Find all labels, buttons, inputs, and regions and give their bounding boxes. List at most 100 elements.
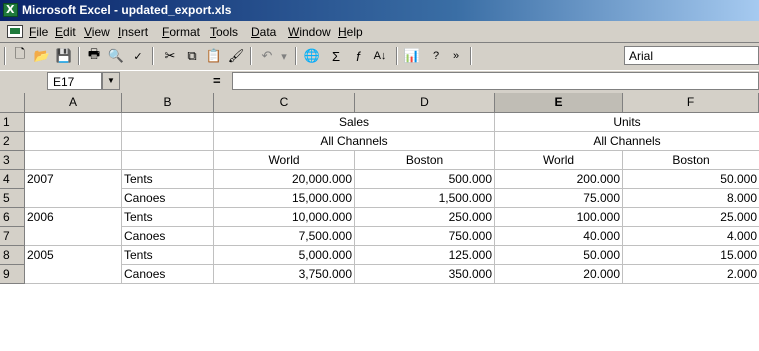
cell-b7[interactable]: Canoes xyxy=(122,227,214,246)
cell-c6[interactable]: 10,000.000 xyxy=(214,208,355,227)
name-box[interactable]: E17 xyxy=(47,72,102,90)
cell-d8[interactable]: 125.000 xyxy=(355,246,495,265)
toolbar-options-icon[interactable]: » xyxy=(446,47,466,65)
sort-ascending-icon[interactable]: A↓ xyxy=(370,47,390,65)
formula-input[interactable] xyxy=(232,72,759,90)
formula-equals[interactable]: = xyxy=(213,73,221,88)
help-icon[interactable]: ? xyxy=(426,47,446,65)
cell-a7[interactable] xyxy=(25,227,122,246)
cell-d9[interactable]: 350.000 xyxy=(355,265,495,284)
cell-e8[interactable]: 50.000 xyxy=(495,246,623,265)
copy-icon[interactable]: ⧉ xyxy=(182,47,202,65)
menu-edit[interactable]: Edit xyxy=(55,25,76,39)
cell-b4[interactable]: Tents xyxy=(122,170,214,189)
cell-f3[interactable]: Boston xyxy=(623,151,759,170)
cell-e2-merged[interactable]: All Channels xyxy=(495,132,759,151)
cell-f9[interactable]: 2.000 xyxy=(623,265,759,284)
toolbar-grip[interactable] xyxy=(4,47,6,65)
cell-d7[interactable]: 750.000 xyxy=(355,227,495,246)
cell-f4[interactable]: 50.000 xyxy=(623,170,759,189)
menu-format[interactable]: Format xyxy=(162,25,200,39)
autosum-icon[interactable]: Σ xyxy=(326,47,346,65)
workbook-control-icon[interactable] xyxy=(7,25,23,38)
hyperlink-icon[interactable]: 🌐 xyxy=(302,47,322,65)
cell-f6[interactable]: 25.000 xyxy=(623,208,759,227)
cell-d3[interactable]: Boston xyxy=(355,151,495,170)
row-header-4[interactable]: 4 xyxy=(0,170,25,189)
cell-c1-merged[interactable]: Sales xyxy=(214,113,495,132)
cell-e9[interactable]: 20.000 xyxy=(495,265,623,284)
cell-c8[interactable]: 5,000.000 xyxy=(214,246,355,265)
row-header-2[interactable]: 2 xyxy=(0,132,25,151)
cell-a1[interactable] xyxy=(25,113,122,132)
cell-c9[interactable]: 3,750.000 xyxy=(214,265,355,284)
row-header-1[interactable]: 1 xyxy=(0,113,25,132)
column-header-c[interactable]: C xyxy=(214,93,355,113)
cell-e5[interactable]: 75.000 xyxy=(495,189,623,208)
column-header-f[interactable]: F xyxy=(623,93,759,113)
cell-b1[interactable] xyxy=(122,113,214,132)
cell-a2[interactable] xyxy=(25,132,122,151)
row-header-9[interactable]: 9 xyxy=(0,265,25,284)
cell-d4[interactable]: 500.000 xyxy=(355,170,495,189)
cell-f7[interactable]: 4.000 xyxy=(623,227,759,246)
menu-data[interactable]: Data xyxy=(251,25,276,39)
excel-app-icon[interactable] xyxy=(3,3,18,17)
cell-b8[interactable]: Tents xyxy=(122,246,214,265)
row-header-3[interactable]: 3 xyxy=(0,151,25,170)
menu-view[interactable]: View xyxy=(84,25,110,39)
row-header-6[interactable]: 6 xyxy=(0,208,25,227)
new-icon[interactable]: 🗋 xyxy=(10,46,30,65)
cell-a3[interactable] xyxy=(25,151,122,170)
cell-c2-merged[interactable]: All Channels xyxy=(214,132,495,151)
format-painter-icon[interactable]: 🖌 xyxy=(226,47,246,65)
cell-b5[interactable]: Canoes xyxy=(122,189,214,208)
column-header-e[interactable]: E xyxy=(495,93,623,113)
function-icon[interactable]: f xyxy=(348,47,368,65)
cell-c4[interactable]: 20,000.000 xyxy=(214,170,355,189)
select-all-corner[interactable] xyxy=(0,93,25,113)
menu-tools[interactable]: Tools xyxy=(210,25,238,39)
column-header-a[interactable]: A xyxy=(25,93,122,113)
column-header-d[interactable]: D xyxy=(355,93,495,113)
menu-file[interactable]: File xyxy=(29,25,48,39)
cell-c7[interactable]: 7,500.000 xyxy=(214,227,355,246)
cell-a9[interactable] xyxy=(25,265,122,284)
print-icon[interactable]: 🖶 xyxy=(84,46,104,65)
cell-a4[interactable]: 2007 xyxy=(25,170,122,189)
cell-e3[interactable]: World xyxy=(495,151,623,170)
cell-d6[interactable]: 250.000 xyxy=(355,208,495,227)
cell-b2[interactable] xyxy=(122,132,214,151)
cell-a6[interactable]: 2006 xyxy=(25,208,122,227)
cell-b6[interactable]: Tents xyxy=(122,208,214,227)
row-header-7[interactable]: 7 xyxy=(0,227,25,246)
menu-window[interactable]: Window xyxy=(288,25,331,39)
undo-dropdown-icon[interactable]: ▾ xyxy=(274,47,294,65)
chart-wizard-icon[interactable]: 📊 xyxy=(402,47,422,65)
cell-e4[interactable]: 200.000 xyxy=(495,170,623,189)
cut-icon[interactable]: ✂ xyxy=(160,47,180,65)
cell-b9[interactable]: Canoes xyxy=(122,265,214,284)
cell-d5[interactable]: 1,500.000 xyxy=(355,189,495,208)
save-icon[interactable]: 💾 xyxy=(54,47,74,65)
name-box-dropdown-icon[interactable]: ▼ xyxy=(102,72,120,90)
worksheet-grid[interactable]: A B C D E F 1 2 3 4 5 6 7 8 9 Sales Unit… xyxy=(0,93,759,351)
cell-c5[interactable]: 15,000.000 xyxy=(214,189,355,208)
cell-f5[interactable]: 8.000 xyxy=(623,189,759,208)
row-header-8[interactable]: 8 xyxy=(0,246,25,265)
menu-insert[interactable]: Insert xyxy=(118,25,148,39)
cell-a5[interactable] xyxy=(25,189,122,208)
row-header-5[interactable]: 5 xyxy=(0,189,25,208)
column-header-b[interactable]: B xyxy=(122,93,214,113)
spelling-icon[interactable]: ✓ xyxy=(128,47,148,65)
cell-e1-merged[interactable]: Units xyxy=(495,113,759,132)
font-name-dropdown[interactable]: Arial xyxy=(624,46,759,65)
open-icon[interactable]: 📂 xyxy=(32,47,52,65)
menu-help[interactable]: Help xyxy=(338,25,363,39)
cell-a8[interactable]: 2005 xyxy=(25,246,122,265)
cell-e7[interactable]: 40.000 xyxy=(495,227,623,246)
cell-f8[interactable]: 15.000 xyxy=(623,246,759,265)
paste-icon[interactable]: 📋 xyxy=(204,47,224,65)
cell-b3[interactable] xyxy=(122,151,214,170)
cell-c3[interactable]: World xyxy=(214,151,355,170)
